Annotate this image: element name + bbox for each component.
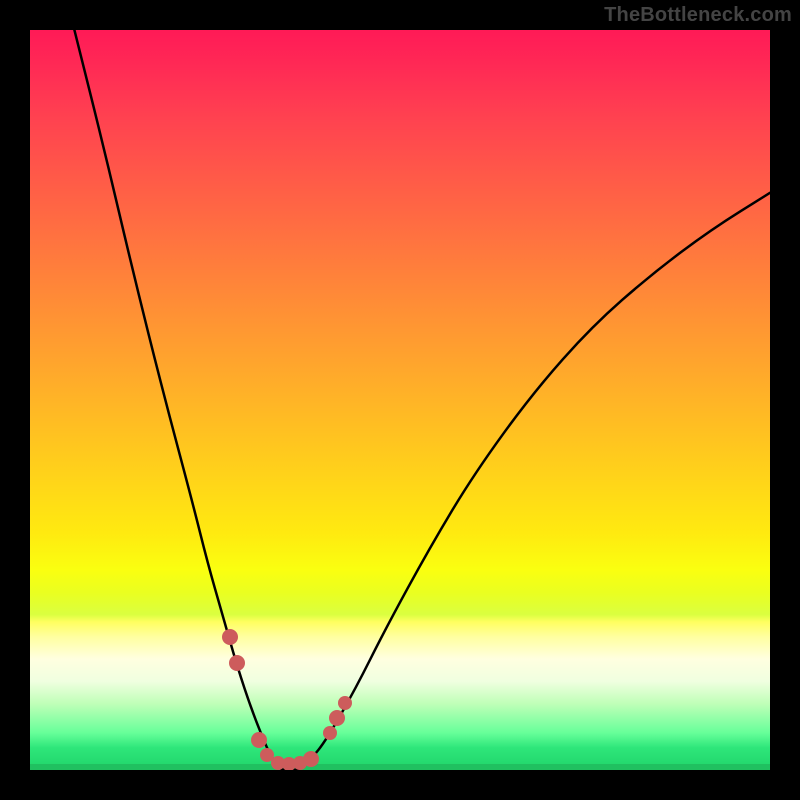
data-marker xyxy=(338,696,352,710)
plot-area xyxy=(30,30,770,770)
bottleneck-curve xyxy=(30,30,770,770)
data-marker xyxy=(329,710,345,726)
watermark-text: TheBottleneck.com xyxy=(604,4,792,27)
data-marker xyxy=(229,655,245,671)
data-marker xyxy=(323,726,337,740)
data-marker xyxy=(222,629,238,645)
data-marker xyxy=(251,732,267,748)
outer-frame: TheBottleneck.com xyxy=(0,0,800,800)
data-marker xyxy=(303,751,319,767)
